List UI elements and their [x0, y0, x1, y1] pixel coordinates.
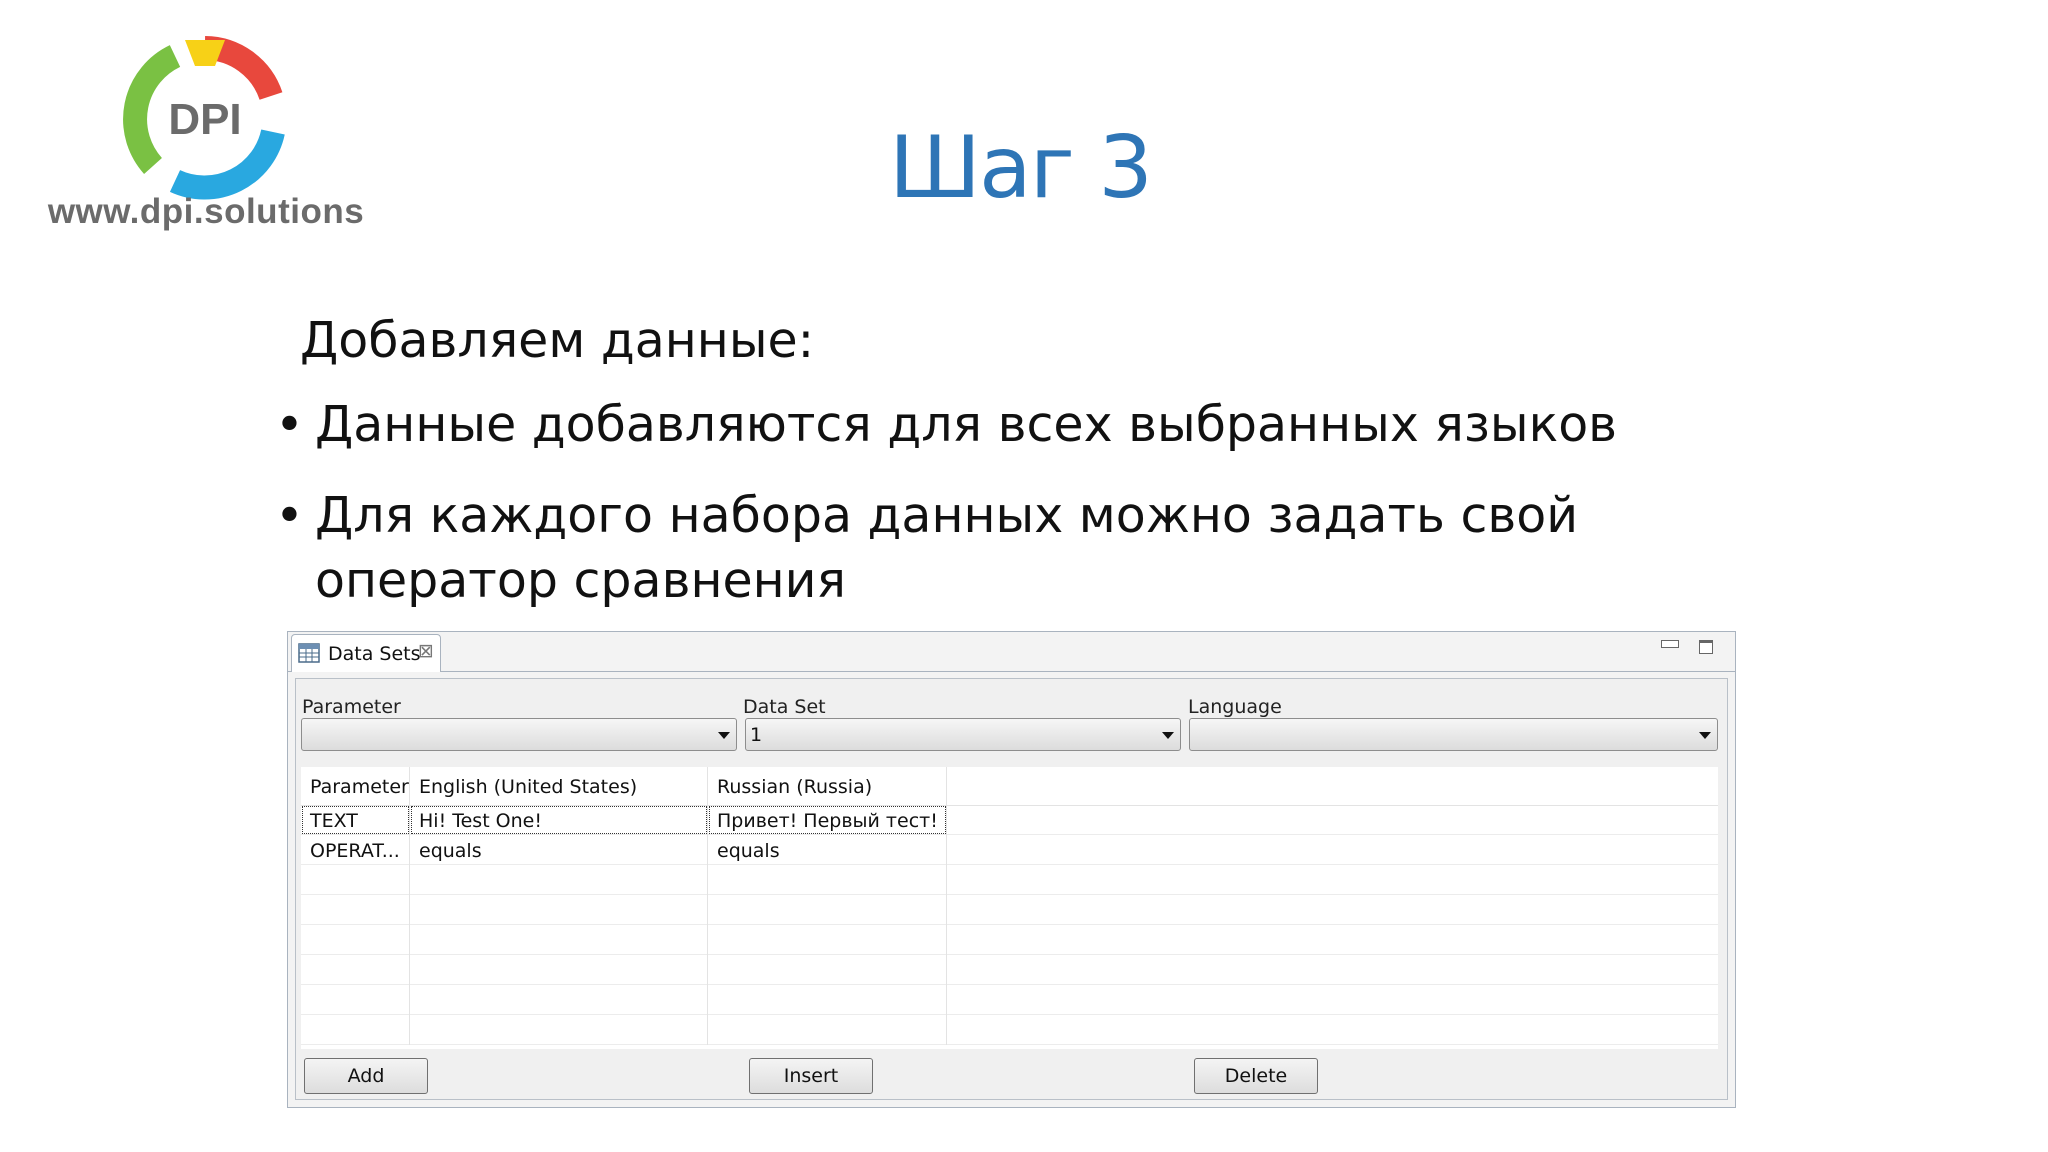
bullet-text: Для каждого набора данных можно задать с…: [315, 487, 1579, 609]
close-icon[interactable]: ⊠: [418, 640, 434, 662]
table-row-empty: [301, 985, 1718, 1015]
column-header-russian[interactable]: Russian (Russia): [708, 767, 947, 805]
table-cell[interactable]: equals: [410, 835, 708, 865]
dpi-logo: DPI www.dpi.solutions: [36, 36, 376, 246]
logo-text: DPI: [168, 95, 241, 144]
bullet-dot: •: [275, 487, 304, 544]
slide-title: Шаг 3: [889, 118, 1153, 218]
column-header-filler: [947, 767, 1718, 805]
data-set-label: Data Set: [743, 696, 826, 718]
table-row[interactable]: TEXT Hi! Test One! Привет! Первый тест!: [301, 805, 1718, 835]
table-row[interactable]: OPERAT... equals equals: [301, 835, 1718, 865]
bullet-item: • Данные добавляются для всех выбранных …: [275, 392, 1695, 457]
delete-button[interactable]: Delete: [1194, 1058, 1318, 1094]
table-row-empty: [301, 925, 1718, 955]
tab-label: Data Sets: [328, 643, 421, 665]
data-sets-panel: Parameter Data Set Language 1 Parameter …: [295, 678, 1728, 1100]
bullet-list: • Данные добавляются для всех выбранных …: [275, 392, 1695, 639]
logo-url: www.dpi.solutions: [47, 192, 365, 231]
chevron-down-icon: [1699, 732, 1711, 739]
table-header: Parameter English (United States) Russia…: [301, 767, 1718, 806]
data-table[interactable]: Parameter English (United States) Russia…: [301, 767, 1718, 1049]
tab-data-sets[interactable]: Data Sets ⊠: [291, 634, 441, 672]
add-button[interactable]: Add: [304, 1058, 428, 1094]
chevron-down-icon: [1162, 732, 1174, 739]
table-cell[interactable]: Hi! Test One!: [410, 805, 708, 835]
table-cell[interactable]: TEXT: [301, 805, 410, 835]
table-cell[interactable]: OPERAT...: [301, 835, 410, 865]
table-cell[interactable]: Привет! Первый тест!: [708, 805, 947, 835]
column-header-english[interactable]: English (United States): [410, 767, 708, 805]
data-set-select-value: 1: [750, 724, 763, 746]
data-sets-window: Data Sets ⊠ Parameter Data Set Language …: [287, 631, 1736, 1108]
parameter-label: Parameter: [302, 696, 401, 718]
table-row-empty: [301, 1015, 1718, 1045]
minimize-icon[interactable]: [1661, 640, 1679, 648]
table-icon: [298, 643, 320, 663]
column-header-parameter[interactable]: Parameter: [301, 767, 410, 805]
bullet-item: • Для каждого набора данных можно задать…: [275, 483, 1695, 613]
table-row-empty: [301, 955, 1718, 985]
slide-subtitle: Добавляем данные:: [300, 312, 815, 369]
table-cell-empty: [947, 805, 1718, 835]
language-select[interactable]: [1189, 718, 1718, 751]
tab-bar: Data Sets ⊠: [288, 632, 1735, 672]
dpi-logo-mark: DPI: [123, 36, 285, 200]
parameter-select[interactable]: [301, 718, 737, 751]
table-row-empty: [301, 895, 1718, 925]
bullet-text: Данные добавляются для всех выбранных яз…: [315, 396, 1618, 453]
language-label: Language: [1188, 696, 1282, 718]
table-cell-empty: [947, 835, 1718, 865]
insert-button[interactable]: Insert: [749, 1058, 873, 1094]
data-set-select[interactable]: 1: [745, 718, 1181, 751]
table-row-empty: [301, 865, 1718, 895]
maximize-icon[interactable]: [1699, 640, 1713, 654]
table-cell[interactable]: equals: [708, 835, 947, 865]
chevron-down-icon: [718, 732, 730, 739]
bullet-dot: •: [275, 396, 304, 453]
